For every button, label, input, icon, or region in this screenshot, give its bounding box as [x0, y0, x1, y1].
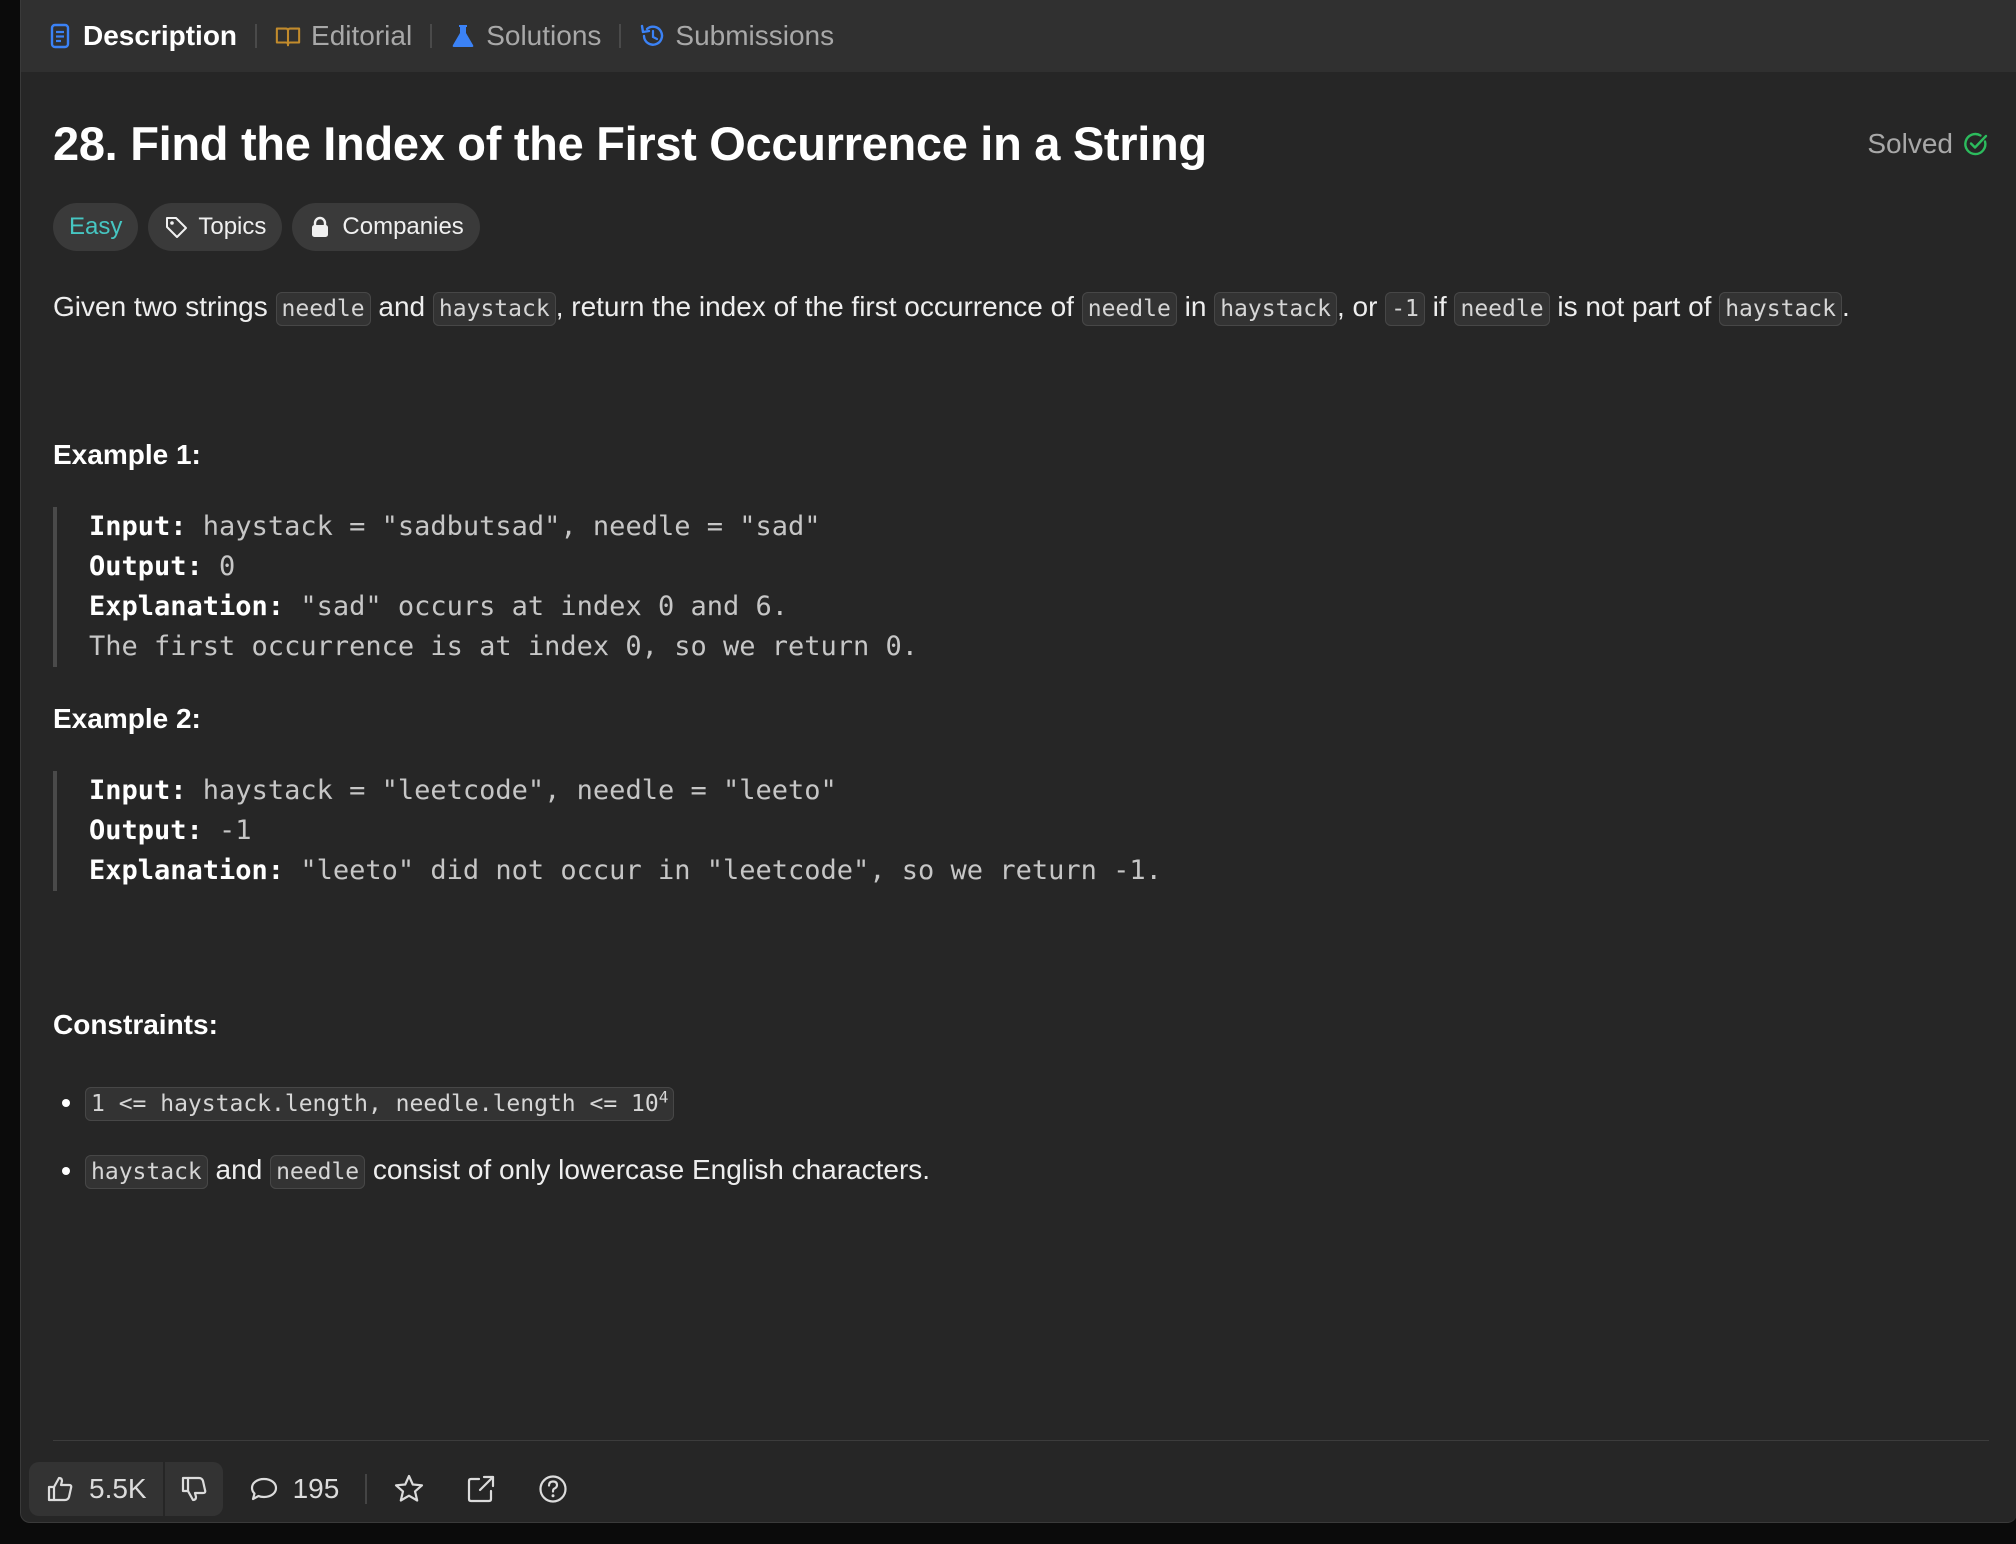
thumbs-up-icon [45, 1474, 75, 1504]
desc-text: and [370, 291, 433, 322]
tab-editorial[interactable]: Editorial [275, 20, 412, 52]
desc-text: Given two strings [53, 291, 276, 322]
tab-label: Submissions [675, 20, 835, 51]
output-label: Output: [89, 551, 203, 582]
desc-text: is not part of [1549, 291, 1720, 322]
like-button[interactable]: 5.5K [29, 1462, 163, 1516]
problem-panel: Description Editorial Solutions Submissi… [20, 0, 2016, 1523]
toolbar-divider [365, 1474, 368, 1504]
topics-label: Topics [198, 213, 267, 240]
tab-submissions[interactable]: Submissions [639, 20, 834, 52]
tab-label: Editorial [311, 20, 413, 51]
companies-label: Companies [342, 213, 464, 240]
comment-count: 195 [292, 1473, 340, 1504]
vote-group: 5.5K [29, 1462, 223, 1516]
inline-code: needle [270, 1154, 366, 1189]
desc-text: if [1424, 291, 1455, 322]
flask-icon [450, 23, 476, 49]
tab-divider [619, 24, 622, 48]
comment-icon [249, 1474, 279, 1504]
tab-description[interactable]: Description [47, 20, 237, 52]
example-2-heading: Example 2: [53, 703, 201, 734]
explanation-value: "leeto" did not occur in "leetcode", so … [284, 855, 1162, 886]
constraint-code: 1 <= haystack.length, needle.length <= 1… [91, 1090, 659, 1117]
constraint-text: and [207, 1153, 271, 1185]
desc-text: in [1176, 291, 1215, 322]
difficulty-badge[interactable]: Easy [53, 203, 139, 251]
tab-divider [430, 24, 433, 48]
footer-divider [53, 1440, 1989, 1441]
constraint-item: 1 <= haystack.length, needle.length <= 1… [85, 1077, 1985, 1124]
thumbs-down-icon [179, 1474, 209, 1504]
tag-chips: Easy Topics Companies [53, 203, 1985, 251]
problem-content: 28. Find the Index of the First Occurren… [21, 116, 2016, 1192]
dislike-button[interactable] [165, 1462, 223, 1516]
output-label: Output: [89, 815, 203, 846]
constraint-item: haystack and needle consist of only lowe… [85, 1150, 1985, 1192]
example-1-heading: Example 1: [53, 439, 201, 470]
document-icon [47, 23, 73, 49]
inline-code: haystack [432, 292, 556, 326]
constraint-text: consist of only lowercase English charac… [365, 1153, 931, 1185]
output-value: 0 [202, 551, 236, 582]
constraints-heading: Constraints: [53, 1009, 218, 1040]
lock-icon [308, 215, 332, 239]
book-icon [275, 23, 301, 49]
example-output-line: Output: -1 [89, 811, 1985, 851]
check-circle-icon [1963, 131, 1989, 157]
help-icon[interactable] [537, 1473, 569, 1505]
solved-status: Solved [1867, 128, 1989, 160]
constraints-list: 1 <= haystack.length, needle.length <= 1… [53, 1077, 1985, 1192]
explanation-label: Explanation: [89, 855, 285, 886]
constraint-exponent: 4 [658, 1087, 669, 1106]
desc-text: . [1841, 291, 1850, 322]
problem-description: Given two strings needle and haystack, r… [53, 287, 1985, 329]
example-output-line: Output: 0 [89, 547, 1985, 587]
desc-text: , return the index of the first occurren… [555, 291, 1082, 322]
input-label: Input: [89, 775, 187, 806]
star-icon[interactable] [393, 1473, 425, 1505]
tab-label: Solutions [486, 20, 602, 51]
topics-chip[interactable]: Topics [148, 203, 283, 251]
explanation-value: "sad" occurs at index 0 and 6. [284, 591, 788, 622]
input-value: haystack = "sadbutsad", needle = "sad" [186, 511, 821, 542]
example-explanation-line: Explanation: "leeto" did not occur in "l… [89, 851, 1985, 891]
input-value: haystack = "leetcode", needle = "leeto" [186, 775, 837, 806]
tab-label: Description [83, 20, 238, 51]
inline-code: haystack [1214, 292, 1337, 326]
history-icon [639, 23, 665, 49]
solved-label: Solved [1867, 127, 1953, 159]
tab-solutions[interactable]: Solutions [450, 20, 601, 52]
example-1-block: Input: haystack = "sadbutsad", needle = … [53, 507, 1985, 667]
inline-code: haystack [1719, 292, 1842, 326]
inline-code: needle [1454, 292, 1550, 326]
like-count: 5.5K [89, 1473, 147, 1504]
example-explanation-line: Explanation: "sad" occurs at index 0 and… [89, 587, 1985, 627]
tag-icon [164, 215, 188, 239]
companies-chip[interactable]: Companies [292, 203, 480, 251]
output-value: -1 [202, 815, 252, 846]
inline-code: needle [275, 292, 371, 326]
example-explanation-line-2: The first occurrence is at index 0, so w… [89, 631, 919, 662]
inline-code: 1 <= haystack.length, needle.length <= 1… [85, 1086, 675, 1121]
explanation-label: Explanation: [89, 591, 285, 622]
inline-code: haystack [85, 1154, 208, 1189]
tab-bar: Description Editorial Solutions Submissi… [21, 0, 2016, 72]
title-row: 28. Find the Index of the First Occurren… [53, 116, 1988, 171]
desc-text: , or [1336, 291, 1386, 322]
inline-code: -1 [1385, 292, 1425, 326]
problem-title: 28. Find the Index of the First Occurren… [53, 117, 1207, 170]
share-icon[interactable] [465, 1473, 497, 1505]
example-input-line: Input: haystack = "sadbutsad", needle = … [89, 507, 1985, 547]
example-input-line: Input: haystack = "leetcode", needle = "… [89, 771, 1985, 811]
comments-button[interactable]: 195 [249, 1473, 340, 1505]
bottom-toolbar: 5.5K 195 [29, 1462, 569, 1516]
inline-code: needle [1081, 292, 1177, 326]
input-label: Input: [89, 511, 187, 542]
example-2-block: Input: haystack = "leetcode", needle = "… [53, 771, 1985, 891]
tab-divider [255, 24, 258, 48]
